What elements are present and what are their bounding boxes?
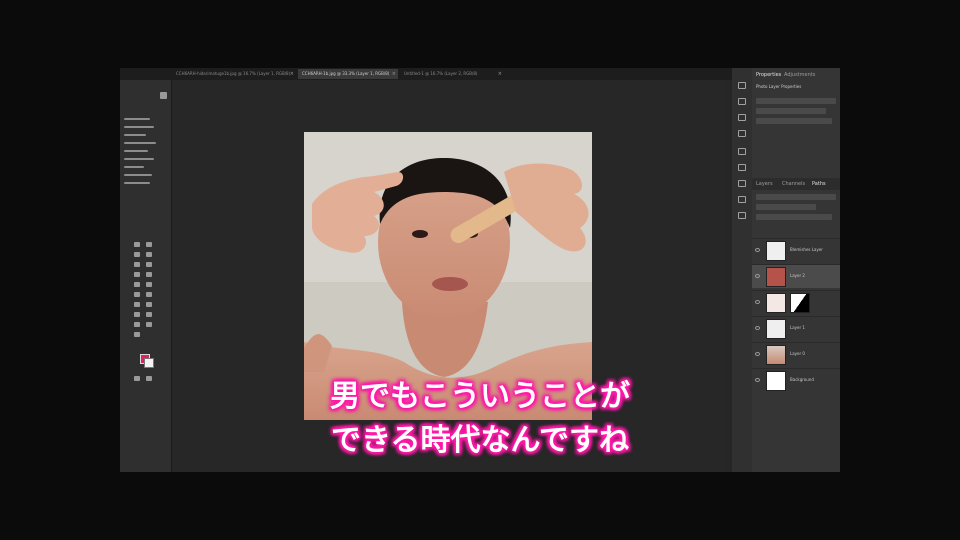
eye-icon[interactable]: [755, 274, 760, 278]
pen-tool-icon[interactable]: [146, 302, 152, 307]
hand-tool-icon[interactable]: [146, 322, 152, 327]
properties-row[interactable]: [756, 98, 836, 104]
brush-preset-3[interactable]: [124, 134, 146, 136]
layer-name: Blemishes Layer: [790, 247, 823, 252]
magic-wand-tool-icon[interactable]: [146, 252, 152, 257]
eye-icon[interactable]: [755, 300, 760, 304]
close-icon[interactable]: ×: [392, 69, 396, 79]
document-tab-label: CCH6ARH-hidarimatuge1b.jpg @ 16.7% (Laye…: [176, 71, 291, 76]
layer-row[interactable]: Layer 2: [752, 264, 840, 288]
properties-row[interactable]: [756, 108, 826, 114]
document-tab-2[interactable]: CCH6ARH-1b.jpg @ 33.3% (Layer 1, RGB/8) ×: [298, 69, 398, 79]
info-icon[interactable]: [738, 180, 746, 187]
layers-tab-bar: Layers Channels Paths: [752, 178, 840, 190]
history-icon[interactable]: [738, 82, 746, 89]
clone-source-icon[interactable]: [738, 130, 746, 137]
navigator-icon[interactable]: [738, 196, 746, 203]
paragraph-icon[interactable]: [738, 148, 746, 155]
close-icon[interactable]: ×: [498, 69, 502, 79]
history-brush-tool-icon[interactable]: [146, 282, 152, 287]
layer-row[interactable]: Layer 0: [752, 342, 840, 366]
move-tool-icon[interactable]: [134, 242, 140, 247]
layer-thumbnail: [766, 319, 786, 339]
tab-paths[interactable]: Paths: [812, 179, 826, 189]
path-selection-tool-icon[interactable]: [146, 312, 152, 317]
close-icon[interactable]: ×: [290, 69, 294, 79]
document-tab-bar: CCH6ARH-hidarimatuge1b.jpg @ 16.7% (Laye…: [120, 68, 732, 80]
panel-menu-icon[interactable]: [160, 92, 167, 99]
layer-filter-row[interactable]: [756, 194, 836, 200]
brush-preset-1[interactable]: [124, 118, 150, 120]
layer-row[interactable]: Blemishes Layer: [752, 238, 840, 262]
shape-tool-icon[interactable]: [134, 322, 140, 327]
clone-stamp-tool-icon[interactable]: [134, 282, 140, 287]
eyedropper-tool-icon[interactable]: [146, 262, 152, 267]
document-tab-1[interactable]: CCH6ARH-hidarimatuge1b.jpg @ 16.7% (Laye…: [172, 69, 296, 79]
eraser-tool-icon[interactable]: [134, 292, 140, 297]
lasso-tool-icon[interactable]: [134, 252, 140, 257]
marquee-tool-icon[interactable]: [146, 242, 152, 247]
brush-tool-icon[interactable]: [146, 272, 152, 277]
eye-icon[interactable]: [755, 248, 760, 252]
brush-preset-7[interactable]: [124, 166, 144, 168]
brush-preset-6[interactable]: [124, 158, 154, 160]
document-tab-3[interactable]: Untitled-1 @ 16.7% (Layer 2, RGB/8) ×: [400, 69, 504, 79]
brush-preset-9[interactable]: [124, 182, 150, 184]
eye-icon[interactable]: [755, 326, 760, 330]
layer-name: Layer 1: [790, 325, 805, 330]
properties-row[interactable]: [756, 118, 832, 124]
subtitle-line-2: できる時代なんですね: [331, 423, 629, 458]
blend-mode-row[interactable]: [756, 204, 816, 210]
brush-presets-icon[interactable]: [738, 114, 746, 121]
actions-icon[interactable]: [738, 98, 746, 105]
subtitle-line-1: 男でもこういうことが: [330, 379, 630, 414]
layer-thumbnail: [766, 293, 786, 313]
layer-row[interactable]: Layer 1: [752, 316, 840, 340]
lock-row[interactable]: [756, 214, 832, 220]
zoom-tool-icon[interactable]: [134, 332, 140, 337]
type-tool-icon[interactable]: [134, 312, 140, 317]
eye-icon[interactable]: [755, 352, 760, 356]
dodge-tool-icon[interactable]: [134, 302, 140, 307]
properties-header: Photo Layer Properties: [756, 84, 802, 89]
brush-preset-2[interactable]: [124, 126, 154, 128]
layer-thumbnail: [766, 267, 786, 287]
healing-brush-tool-icon[interactable]: [134, 272, 140, 277]
layer-name: Layer 0: [790, 351, 805, 356]
layer-thumbnail: [766, 345, 786, 365]
crop-tool-icon[interactable]: [134, 262, 140, 267]
tab-channels[interactable]: Channels: [782, 179, 805, 189]
brush-preset-4[interactable]: [124, 142, 156, 144]
tool-presets-icon[interactable]: [738, 212, 746, 219]
tab-properties[interactable]: Properties: [756, 70, 781, 80]
tab-adjustments[interactable]: Adjustments: [784, 70, 815, 80]
gradient-tool-icon[interactable]: [146, 292, 152, 297]
background-color-swatch[interactable]: [144, 358, 154, 368]
layer-row[interactable]: [752, 290, 840, 314]
brush-preset-8[interactable]: [124, 174, 152, 176]
character-icon[interactable]: [738, 164, 746, 171]
layer-mask-thumbnail[interactable]: [790, 293, 810, 313]
layer-thumbnail: [766, 241, 786, 261]
brush-preset-5[interactable]: [124, 150, 148, 152]
document-tab-label: Untitled-1 @ 16.7% (Layer 2, RGB/8): [404, 71, 478, 76]
tab-layers[interactable]: Layers: [756, 179, 773, 189]
layer-name: Layer 2: [790, 273, 805, 278]
document-tab-label: CCH6ARH-1b.jpg @ 33.3% (Layer 1, RGB/8): [302, 71, 390, 76]
